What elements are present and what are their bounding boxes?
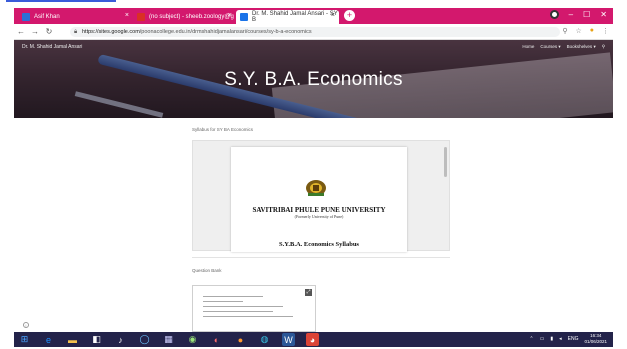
- document-university-name: SAVITRIBAI PHULE PUNE UNIVERSITY: [252, 206, 386, 214]
- syllabus-embed[interactable]: SAVITRIBAI PHULE PUNE UNIVERSITY (Former…: [192, 140, 450, 252]
- tab-gmail[interactable]: (no subject) - sheeb.zoology@g ×: [133, 10, 236, 24]
- tab-label: Dr. M. Shahid Jamal Ansari - SY B: [252, 11, 338, 23]
- address-bar-actions: ⚲ ☆ ● ⋮: [562, 27, 609, 35]
- close-icon[interactable]: ×: [331, 12, 335, 19]
- preview-line: [203, 301, 243, 302]
- nav-bookshelves-label: Bookshelves: [566, 44, 593, 49]
- tab-asif-khan[interactable]: Asif Khan ×: [18, 10, 133, 24]
- windows-start-icon[interactable]: ⊞: [18, 333, 31, 346]
- star-icon[interactable]: ☆: [575, 27, 581, 35]
- maximize-icon[interactable]: ☐: [583, 10, 590, 19]
- question-bank-preview-lines: [203, 296, 293, 321]
- google-sites-icon: [240, 13, 248, 21]
- open-in-new-icon[interactable]: ⤢: [305, 289, 312, 296]
- firefox-icon[interactable]: ●: [234, 333, 247, 346]
- nav-bookshelves[interactable]: Bookshelves ▾: [567, 44, 596, 50]
- preview-line: [203, 296, 263, 297]
- media-player-icon[interactable]: ◉: [186, 333, 199, 346]
- forward-icon[interactable]: →: [28, 27, 42, 36]
- cortana-icon[interactable]: ◯: [138, 333, 151, 346]
- tab-label: (no subject) - sheeb.zoology@g: [149, 14, 234, 20]
- battery-icon[interactable]: ▭: [540, 336, 545, 342]
- edge-icon[interactable]: ◍: [258, 333, 271, 346]
- volume-icon[interactable]: ◂: [559, 336, 562, 342]
- url-path: /poonacollege.edu.in/drmshahidjamalansar…: [139, 29, 312, 35]
- chrome-icon[interactable]: ◕: [306, 333, 319, 346]
- internet-explorer-icon[interactable]: e: [42, 333, 55, 346]
- document-university-subtitle: (Formerly University of Pune): [294, 214, 344, 219]
- tab-sites[interactable]: Dr. M. Shahid Jamal Ansari - SY B ×: [236, 10, 339, 24]
- zoom-icon[interactable]: ⚲: [562, 27, 567, 35]
- section-divider: [192, 257, 450, 258]
- page-hero-banner: Dr. M. Shahid Jamal Ansari Home Courses …: [14, 40, 613, 118]
- search-icon[interactable]: ⚲: [602, 44, 605, 50]
- calendar-icon: [22, 13, 30, 21]
- record-icon[interactable]: [549, 10, 559, 19]
- question-bank-section-label: Question Bank: [192, 268, 222, 273]
- close-window-icon[interactable]: ✕: [600, 10, 607, 19]
- tab-label: Asif Khan: [34, 14, 60, 20]
- browser-tab-bar: Asif Khan × (no subject) - sheeb.zoology…: [14, 8, 613, 24]
- close-icon[interactable]: ×: [125, 12, 129, 19]
- clock-date: 01/06/2021: [584, 339, 607, 344]
- document-syllabus-title: S.Y.B.A. Economics Syllabus: [279, 241, 359, 248]
- close-icon[interactable]: ×: [228, 12, 232, 19]
- syllabus-section-label: Syllabus for SY BA Economics: [192, 127, 253, 132]
- file-explorer-icon[interactable]: ▬: [66, 333, 79, 346]
- top-link-underline: [6, 0, 116, 2]
- tray-expand-icon[interactable]: ⌃: [529, 336, 533, 342]
- url-input[interactable]: 🔒︎ https://sites.google.com/poonacollege…: [70, 27, 560, 37]
- language-indicator[interactable]: ENG: [568, 336, 579, 342]
- profile-icon[interactable]: ●: [590, 27, 594, 35]
- utility-icon[interactable]: ◐: [210, 333, 223, 346]
- network-icon[interactable]: ▮: [550, 336, 553, 342]
- media-icon[interactable]: ♪: [114, 333, 127, 346]
- question-bank-embed[interactable]: ⤢: [192, 285, 316, 332]
- url-host: https://sites.google.com: [82, 29, 140, 35]
- syllabus-document: SAVITRIBAI PHULE PUNE UNIVERSITY (Former…: [231, 147, 407, 252]
- reload-icon[interactable]: ↻: [42, 27, 56, 36]
- minimize-icon[interactable]: –: [569, 10, 573, 19]
- preview-line: [203, 306, 283, 307]
- nav-home[interactable]: Home: [522, 44, 534, 50]
- site-navigation: Home Courses ▾ Bookshelves ▾ ⚲: [522, 44, 605, 50]
- nav-courses-label: Courses: [540, 44, 558, 49]
- window-controls: – ☐ ✕: [549, 10, 607, 19]
- windows-taskbar: ⊞ e ▬ ◧ ♪ ◯ ▦ ◉ ◐ ● ◍ W ◕ ⌃ ▭ ▮ ◂ ENG 16…: [14, 332, 613, 347]
- page-content: Syllabus for SY BA Economics SAVITRIBAI …: [14, 118, 613, 332]
- app-icon[interactable]: ▦: [162, 333, 175, 346]
- top-strip: [0, 0, 627, 3]
- embed-scrollbar[interactable]: [444, 147, 447, 177]
- menu-icon[interactable]: ⋮: [602, 27, 609, 35]
- site-name[interactable]: Dr. M. Shahid Jamal Ansari: [22, 44, 82, 50]
- info-icon[interactable]: i: [23, 322, 29, 328]
- nav-courses[interactable]: Courses ▾: [540, 44, 560, 50]
- preview-line: [203, 311, 273, 312]
- word-icon[interactable]: W: [282, 333, 295, 346]
- page-title: S.Y. B.A. Economics: [224, 69, 403, 90]
- clock[interactable]: 16:34 01/06/2021: [584, 333, 607, 345]
- new-tab-button[interactable]: +: [344, 10, 355, 21]
- back-icon[interactable]: ←: [14, 27, 28, 36]
- university-seal-icon: [306, 180, 326, 196]
- system-tray: ⌃ ▭ ▮ ◂ ENG 16:34 01/06/2021: [529, 333, 607, 345]
- preview-line: [203, 316, 293, 317]
- address-bar-row: ← → ↻ 🔒︎ https://sites.google.com/poonac…: [14, 24, 613, 40]
- store-icon[interactable]: ◧: [90, 333, 103, 346]
- gmail-icon: [137, 13, 145, 21]
- lock-icon: 🔒︎: [74, 29, 78, 35]
